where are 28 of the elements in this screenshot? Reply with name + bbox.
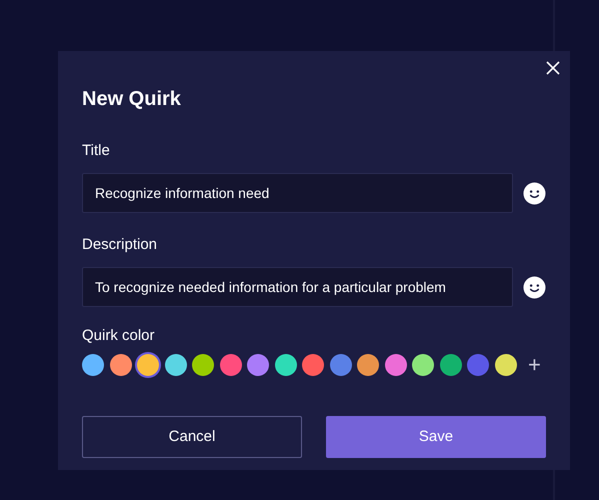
emoji-icon[interactable] bbox=[523, 182, 546, 204]
color-swatch[interactable] bbox=[384, 354, 406, 376]
field-label: Title bbox=[82, 142, 110, 160]
color-swatch[interactable] bbox=[220, 354, 242, 376]
color-swatch[interactable] bbox=[137, 354, 159, 376]
color-swatch[interactable] bbox=[274, 354, 296, 376]
color-swatch[interactable] bbox=[330, 354, 352, 376]
color-swatch[interactable] bbox=[164, 354, 186, 376]
field-label: Quirk color bbox=[82, 327, 155, 345]
color-swatch[interactable] bbox=[467, 354, 489, 376]
save-button[interactable]: Save bbox=[326, 416, 546, 458]
input-field[interactable]: To recognize needed information for a particular problem bbox=[82, 267, 514, 307]
close-icon[interactable] bbox=[544, 59, 562, 77]
color-swatch[interactable] bbox=[82, 354, 104, 376]
color-swatch[interactable] bbox=[494, 354, 516, 376]
color-swatch[interactable] bbox=[192, 354, 214, 376]
cancel-button[interactable]: Cancel bbox=[82, 416, 302, 458]
color-swatch[interactable] bbox=[357, 354, 379, 376]
color-swatch[interactable] bbox=[110, 354, 132, 376]
field-label: Description bbox=[82, 236, 158, 254]
color-swatch[interactable] bbox=[302, 354, 324, 376]
color-swatch[interactable] bbox=[440, 354, 462, 376]
color-swatch[interactable] bbox=[412, 354, 434, 376]
add-color-button[interactable]: + bbox=[528, 354, 541, 376]
dialog-title: New Quirk bbox=[82, 87, 181, 111]
input-field[interactable]: Recognize information need bbox=[82, 173, 514, 213]
emoji-icon[interactable] bbox=[523, 276, 546, 298]
color-swatch[interactable] bbox=[247, 354, 269, 376]
